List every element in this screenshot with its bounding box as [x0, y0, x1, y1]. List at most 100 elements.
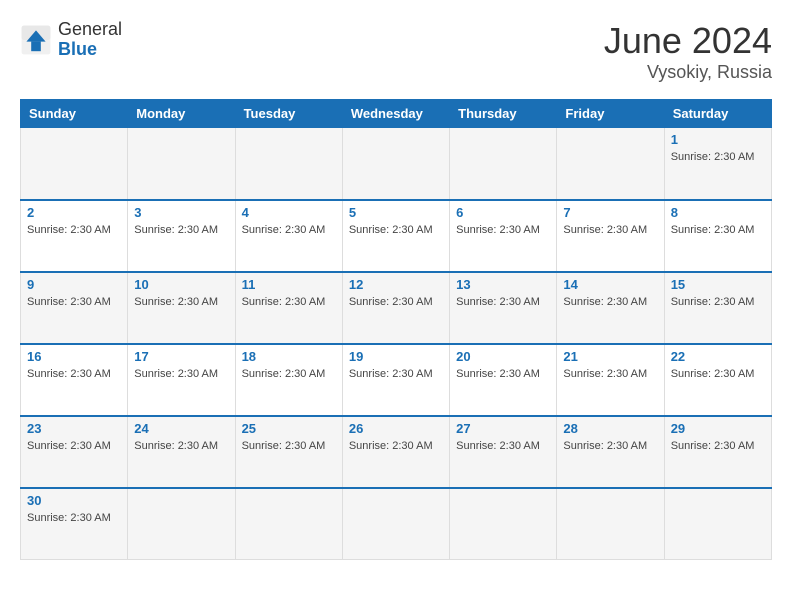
logo-icon [20, 24, 52, 56]
day-number: 3 [134, 205, 228, 220]
calendar-cell: 19 Sunrise: 2:30 AM [342, 344, 449, 416]
sunrise-info: Sunrise: 2:30 AM [456, 440, 540, 452]
calendar-cell: 27 Sunrise: 2:30 AM [450, 416, 557, 488]
day-number: 26 [349, 421, 443, 436]
calendar-cell: 15 Sunrise: 2:30 AM [664, 272, 771, 344]
day-number: 13 [456, 277, 550, 292]
weekday-header-tuesday: Tuesday [235, 100, 342, 128]
weekday-header-row: SundayMondayTuesdayWednesdayThursdayFrid… [21, 100, 772, 128]
sunrise-info: Sunrise: 2:30 AM [27, 368, 111, 380]
sunrise-info: Sunrise: 2:30 AM [671, 224, 755, 236]
calendar-cell [128, 488, 235, 560]
day-number: 5 [349, 205, 443, 220]
sunrise-info: Sunrise: 2:30 AM [134, 368, 218, 380]
sunrise-info: Sunrise: 2:30 AM [456, 224, 540, 236]
sunrise-info: Sunrise: 2:30 AM [242, 368, 326, 380]
day-number: 22 [671, 349, 765, 364]
sunrise-info: Sunrise: 2:30 AM [349, 296, 433, 308]
calendar-cell: 5 Sunrise: 2:30 AM [342, 200, 449, 272]
weekday-header-sunday: Sunday [21, 100, 128, 128]
day-number: 15 [671, 277, 765, 292]
sunrise-info: Sunrise: 2:30 AM [671, 440, 755, 452]
day-number: 19 [349, 349, 443, 364]
day-number: 18 [242, 349, 336, 364]
weekday-header-saturday: Saturday [664, 100, 771, 128]
day-number: 29 [671, 421, 765, 436]
sunrise-info: Sunrise: 2:30 AM [671, 368, 755, 380]
calendar-cell [342, 128, 449, 200]
day-number: 11 [242, 277, 336, 292]
day-number: 20 [456, 349, 550, 364]
day-number: 25 [242, 421, 336, 436]
sunrise-info: Sunrise: 2:30 AM [349, 224, 433, 236]
day-number: 30 [27, 493, 121, 508]
sunrise-info: Sunrise: 2:30 AM [134, 440, 218, 452]
day-number: 24 [134, 421, 228, 436]
day-number: 4 [242, 205, 336, 220]
logo: General Blue [20, 20, 122, 60]
calendar-cell: 7 Sunrise: 2:30 AM [557, 200, 664, 272]
day-number: 8 [671, 205, 765, 220]
calendar-cell: 17 Sunrise: 2:30 AM [128, 344, 235, 416]
location-title: Vysokiy, Russia [604, 62, 772, 83]
calendar-table: SundayMondayTuesdayWednesdayThursdayFrid… [20, 99, 772, 560]
calendar-cell: 22 Sunrise: 2:30 AM [664, 344, 771, 416]
sunrise-info: Sunrise: 2:30 AM [242, 296, 326, 308]
calendar-cell [557, 488, 664, 560]
calendar-cell: 20 Sunrise: 2:30 AM [450, 344, 557, 416]
calendar-cell [342, 488, 449, 560]
calendar-cell: 23Sunrise: 2:30 AM [21, 416, 128, 488]
weekday-header-thursday: Thursday [450, 100, 557, 128]
week-row-4: 16Sunrise: 2:30 AM17Sunrise: 2:30 AM18Su… [21, 344, 772, 416]
calendar-cell: 18 Sunrise: 2:30 AM [235, 344, 342, 416]
sunrise-info: Sunrise: 2:30 AM [456, 368, 540, 380]
day-number: 21 [563, 349, 657, 364]
sunrise-info: Sunrise: 2:30 AM [27, 512, 111, 524]
calendar-cell [21, 128, 128, 200]
sunrise-info: Sunrise: 2:30 AM [349, 368, 433, 380]
sunrise-info: Sunrise: 2:30 AM [134, 296, 218, 308]
sunrise-info: Sunrise: 2:30 AM [563, 440, 647, 452]
calendar-cell: 2Sunrise: 2:30 AM [21, 200, 128, 272]
sunrise-info: Sunrise: 2:30 AM [242, 440, 326, 452]
calendar-cell [235, 128, 342, 200]
sunrise-info: Sunrise: 2:30 AM [563, 224, 647, 236]
calendar-cell: 28 Sunrise: 2:30 AM [557, 416, 664, 488]
sunrise-info: Sunrise: 2:30 AM [134, 224, 218, 236]
calendar-cell [450, 128, 557, 200]
week-row-2: 2Sunrise: 2:30 AM 3 Sunrise: 2:30 AM 4 Sunri… [21, 200, 772, 272]
calendar-cell: 8 Sunrise: 2:30 AM [664, 200, 771, 272]
sunrise-info: Sunrise: 2:30 AM [242, 224, 326, 236]
calendar-cell: 21 Sunrise: 2:30 AM [557, 344, 664, 416]
calendar-cell: 1Sunrise: 2:30 AM [664, 128, 771, 200]
calendar-cell: 3 Sunrise: 2:30 AM [128, 200, 235, 272]
sunrise-info: Sunrise: 2:30 AM [349, 440, 433, 452]
week-row-6: 30 Sunrise: 2:30 AM [21, 488, 772, 560]
calendar-cell: 14Sunrise: 2:30 AM [557, 272, 664, 344]
day-number: 27 [456, 421, 550, 436]
day-number: 6 [456, 205, 550, 220]
calendar-cell [664, 488, 771, 560]
sunrise-info: Sunrise: 2:30 AM [456, 296, 540, 308]
sunrise-info: Sunrise: 2:30 AM [563, 368, 647, 380]
day-number: 28 [563, 421, 657, 436]
week-row-5: 23Sunrise: 2:30 AM 24 Sunrise: 2:30 AM 25 Su… [21, 416, 772, 488]
weekday-header-monday: Monday [128, 100, 235, 128]
calendar-cell: 6 Sunrise: 2:30 AM [450, 200, 557, 272]
month-year-title: June 2024 [604, 20, 772, 62]
week-row-1: 1Sunrise: 2:30 AM [21, 128, 772, 200]
page-header: General Blue June 2024 Vysokiy, Russia [20, 20, 772, 83]
day-number: 7 [563, 205, 657, 220]
title-block: June 2024 Vysokiy, Russia [604, 20, 772, 83]
sunrise-info: Sunrise: 2:30 AM [563, 296, 647, 308]
day-number: 9 [27, 277, 121, 292]
sunrise-info: Sunrise: 2:30 AM [27, 440, 111, 452]
sunrise-info: Sunrise: 2:30 AM [671, 296, 755, 308]
calendar-cell [128, 128, 235, 200]
sunrise-info: Sunrise: 2:30 AM [671, 151, 755, 163]
week-row-3: 9 Sunrise: 2:30 AM 10 Sunrise: 2:30 AM 11 Sun… [21, 272, 772, 344]
weekday-header-friday: Friday [557, 100, 664, 128]
day-number: 10 [134, 277, 228, 292]
day-number: 17 [134, 349, 228, 364]
calendar-cell [557, 128, 664, 200]
